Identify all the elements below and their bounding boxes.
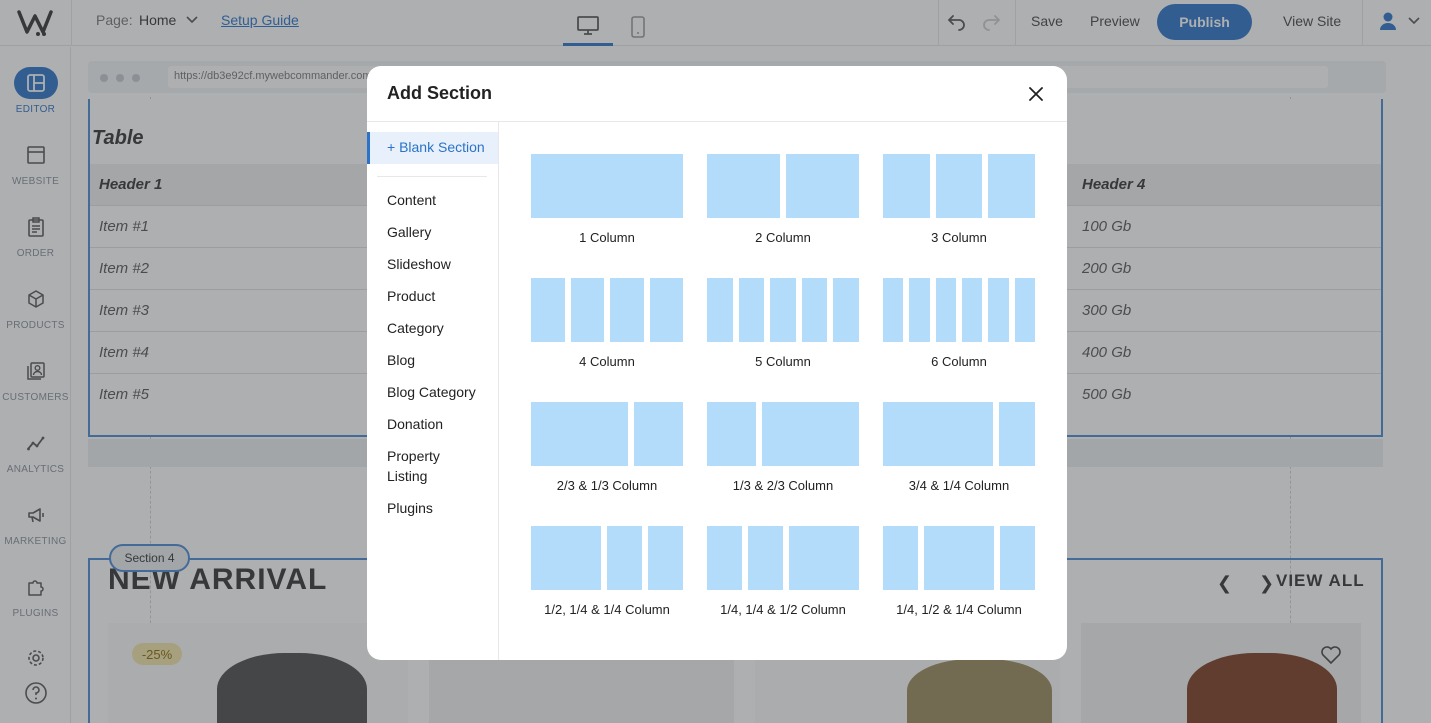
column-block xyxy=(924,526,994,590)
layout-option[interactable]: 3/4 & 1/4 Column xyxy=(883,402,1035,498)
layout-label: 1/3 & 2/3 Column xyxy=(732,478,834,493)
column-block xyxy=(531,154,683,218)
layout-label: 1 Column xyxy=(579,230,635,245)
menu-item-content[interactable]: Content xyxy=(387,190,487,210)
layout-preview xyxy=(707,154,859,218)
section-category-menu: + Blank Section Content Gallery Slidesho… xyxy=(367,122,499,660)
column-block xyxy=(610,278,644,342)
layout-preview xyxy=(883,278,1035,342)
menu-item-gallery[interactable]: Gallery xyxy=(387,222,487,242)
column-block xyxy=(770,278,796,342)
modal-header: Add Section xyxy=(367,66,1067,122)
column-block xyxy=(988,154,1035,218)
column-block xyxy=(649,278,683,342)
layout-option[interactable]: 1/4, 1/4 & 1/2 Column xyxy=(707,526,859,622)
layout-option[interactable]: 6 Column xyxy=(883,278,1035,374)
menu-item-property-listing[interactable]: Property Listing xyxy=(387,446,457,486)
column-block xyxy=(998,402,1035,466)
layout-preview xyxy=(707,278,859,342)
column-block xyxy=(707,402,756,466)
column-block xyxy=(883,526,918,590)
column-block xyxy=(634,402,683,466)
menu-item-product[interactable]: Product xyxy=(387,286,487,306)
layout-label: 1/4, 1/2 & 1/4 Column xyxy=(896,602,1022,617)
layout-preview xyxy=(883,154,1035,218)
layout-label: 3/4 & 1/4 Column xyxy=(908,478,1010,493)
column-block xyxy=(648,526,683,590)
close-button[interactable] xyxy=(1025,83,1047,105)
layout-option[interactable]: 5 Column xyxy=(707,278,859,374)
menu-item-category[interactable]: Category xyxy=(387,318,487,338)
column-block xyxy=(961,278,983,342)
layout-option[interactable]: 1 Column xyxy=(531,154,683,250)
column-block xyxy=(531,402,629,466)
layout-preview xyxy=(883,402,1035,466)
layout-preview xyxy=(531,154,683,218)
menu-item-blog[interactable]: Blog xyxy=(387,350,487,370)
column-block xyxy=(607,526,642,590)
layout-option[interactable]: 4 Column xyxy=(531,278,683,374)
menu-item-blank-section[interactable]: + Blank Section xyxy=(367,132,498,164)
layout-preview xyxy=(531,402,683,466)
layout-option[interactable]: 1/3 & 2/3 Column xyxy=(707,402,859,498)
column-block xyxy=(1014,278,1035,342)
layout-preview xyxy=(531,526,683,590)
layout-label: 5 Column xyxy=(755,354,811,369)
layout-preview xyxy=(707,402,859,466)
column-block xyxy=(909,278,930,342)
column-block xyxy=(935,278,956,342)
layout-preview xyxy=(883,526,1035,590)
layout-option[interactable]: 2/3 & 1/3 Column xyxy=(531,402,683,498)
column-block xyxy=(883,154,930,218)
add-section-modal: Add Section + Blank Section Content Gall… xyxy=(367,66,1067,660)
layout-label: 2/3 & 1/3 Column xyxy=(556,478,658,493)
column-block xyxy=(883,402,993,466)
layout-option[interactable]: 3 Column xyxy=(883,154,1035,250)
close-icon xyxy=(1029,87,1043,101)
layout-label: 4 Column xyxy=(579,354,635,369)
modal-title: Add Section xyxy=(387,83,493,103)
layout-option[interactable]: 2 Column xyxy=(707,154,859,250)
column-block xyxy=(761,402,859,466)
layout-option[interactable]: 1/4, 1/2 & 1/4 Column xyxy=(883,526,1035,622)
column-block xyxy=(531,526,601,590)
column-block xyxy=(935,154,983,218)
menu-item-blog-category[interactable]: Blog Category xyxy=(387,382,487,402)
column-block xyxy=(883,278,904,342)
column-block xyxy=(531,278,565,342)
layout-preview xyxy=(707,526,859,590)
column-block xyxy=(1000,526,1035,590)
layout-label: 6 Column xyxy=(931,354,987,369)
layout-preview xyxy=(531,278,683,342)
column-block xyxy=(707,154,780,218)
column-block xyxy=(789,526,859,590)
column-block xyxy=(707,278,733,342)
layout-label: 1/4, 1/4 & 1/2 Column xyxy=(720,602,846,617)
menu-item-plugins[interactable]: Plugins xyxy=(387,498,487,518)
column-block xyxy=(738,278,765,342)
layout-option[interactable]: 1/2, 1/4 & 1/4 Column xyxy=(531,526,683,622)
layout-label: 1/2, 1/4 & 1/4 Column xyxy=(544,602,670,617)
menu-divider xyxy=(377,176,487,177)
column-block xyxy=(570,278,604,342)
layout-label: 3 Column xyxy=(931,230,987,245)
menu-item-slideshow[interactable]: Slideshow xyxy=(387,254,487,274)
menu-item-donation[interactable]: Donation xyxy=(387,414,487,434)
column-block xyxy=(801,278,828,342)
column-block xyxy=(786,154,859,218)
column-block xyxy=(833,278,859,342)
column-block xyxy=(988,278,1009,342)
column-block xyxy=(748,526,783,590)
layout-label: 2 Column xyxy=(755,230,811,245)
column-block xyxy=(707,526,742,590)
